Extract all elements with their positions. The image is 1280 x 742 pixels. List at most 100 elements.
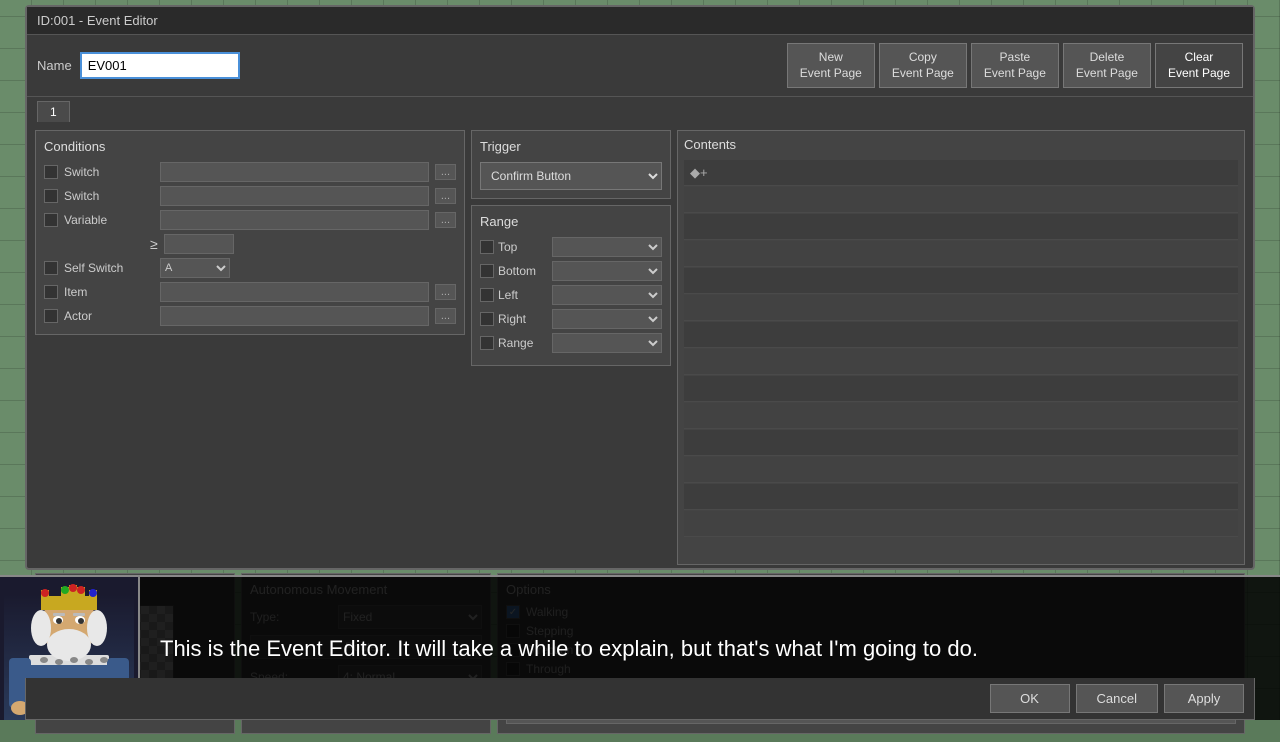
condition-actor: Actor ... [44,306,456,326]
conditions-title: Conditions [44,139,456,154]
range-top-select[interactable] [552,237,662,257]
variable-btn[interactable]: ... [435,212,456,228]
range-top-checkbox[interactable] [480,240,494,254]
condition-switch1: Switch ... [44,162,456,182]
content-row-8 [684,349,1238,375]
range-range-row: Range [480,333,662,353]
item-btn[interactable]: ... [435,284,456,300]
gte-row: ≥ [44,234,456,254]
switch1-label: Switch [64,165,154,179]
contents-title: Contents [684,137,1238,152]
range-right-row: Right [480,309,662,329]
editor-window: ID:001 - Event Editor Name NewEvent Page… [25,5,1255,570]
content-row-10 [684,403,1238,429]
main-content: Conditions Switch ... Switch ... [27,122,1253,573]
content-first-row[interactable]: ◆+ [684,160,1238,186]
range-left-select[interactable] [552,285,662,305]
item-label: Item [64,285,154,299]
content-row-6 [684,295,1238,321]
condition-item: Item ... [44,282,456,302]
range-range-select[interactable] [552,333,662,353]
name-input[interactable] [80,52,240,79]
content-row-3 [684,214,1238,240]
ok-button[interactable]: OK [990,684,1070,713]
left-panel: Conditions Switch ... Switch ... [35,130,465,565]
toolbar-buttons: NewEvent Page CopyEvent Page PasteEvent … [787,43,1243,88]
variable-input[interactable] [160,210,429,230]
title-bar: ID:001 - Event Editor [27,7,1253,35]
conditions-panel: Conditions Switch ... Switch ... [35,130,465,335]
gte-input[interactable] [164,234,234,254]
content-row-13 [684,484,1238,510]
range-range-checkbox[interactable] [480,336,494,350]
switch1-btn[interactable]: ... [435,164,456,180]
selfswitch-select[interactable]: A B C D [160,258,230,278]
range-left-row: Left [480,285,662,305]
switch2-checkbox[interactable] [44,189,58,203]
diamond-plus-icon: ◆+ [690,165,708,181]
range-bottom-label: Bottom [498,264,548,278]
content-row-12 [684,457,1238,483]
content-row-4 [684,241,1238,267]
range-left-checkbox[interactable] [480,288,494,302]
actor-input[interactable] [160,306,429,326]
gte-symbol: ≥ [150,236,158,252]
cancel-button[interactable]: Cancel [1076,684,1158,713]
condition-switch2: Switch ... [44,186,456,206]
content-row-11 [684,430,1238,456]
range-bottom-checkbox[interactable] [480,264,494,278]
range-panel: Range Top Bottom Left [471,205,671,366]
tab-1[interactable]: 1 [37,101,70,122]
range-right-checkbox[interactable] [480,312,494,326]
content-row-9 [684,376,1238,402]
item-input[interactable] [160,282,429,302]
tabs-bar: 1 [27,97,1253,122]
middle-panel: Trigger Confirm Button Player Touch Even… [471,130,671,565]
item-checkbox[interactable] [44,285,58,299]
paste-event-page-button[interactable]: PasteEvent Page [971,43,1059,88]
condition-variable: Variable ... [44,210,456,230]
switch1-input[interactable] [160,162,429,182]
actor-checkbox[interactable] [44,309,58,323]
selfswitch-label: Self Switch [64,261,154,275]
switch2-input[interactable] [160,186,429,206]
clear-event-page-button[interactable]: ClearEvent Page [1155,43,1243,88]
range-bottom-row: Bottom [480,261,662,281]
copy-event-page-button[interactable]: CopyEvent Page [879,43,967,88]
range-right-label: Right [498,312,548,326]
contents-panel: Contents ◆+ [677,130,1245,565]
contents-grid: ◆+ [684,160,1238,537]
name-label: Name [37,58,72,73]
trigger-select[interactable]: Confirm Button Player Touch Event Touch … [480,162,662,190]
new-event-page-button[interactable]: NewEvent Page [787,43,875,88]
action-bar: OK Cancel Apply [25,678,1255,720]
variable-checkbox[interactable] [44,213,58,227]
switch2-btn[interactable]: ... [435,188,456,204]
actor-btn[interactable]: ... [435,308,456,324]
range-top-row: Top [480,237,662,257]
range-right-select[interactable] [552,309,662,329]
actor-label: Actor [64,309,154,323]
variable-label: Variable [64,213,154,227]
range-left-label: Left [498,288,548,302]
content-row-7 [684,322,1238,348]
range-range-label: Range [498,336,548,350]
trigger-title: Trigger [480,139,662,154]
content-row-5 [684,268,1238,294]
range-title: Range [480,214,662,229]
apply-button[interactable]: Apply [1164,684,1244,713]
range-top-label: Top [498,240,548,254]
toolbar: Name NewEvent Page CopyEvent Page PasteE… [27,35,1253,97]
window-title: ID:001 - Event Editor [37,13,158,28]
delete-event-page-button[interactable]: DeleteEvent Page [1063,43,1151,88]
content-row-2 [684,187,1238,213]
switch1-checkbox[interactable] [44,165,58,179]
trigger-panel: Trigger Confirm Button Player Touch Even… [471,130,671,199]
range-bottom-select[interactable] [552,261,662,281]
conditions-grid: Switch ... Switch ... Variable [44,162,456,326]
dialog-message: This is the Event Editor. It will take a… [160,632,978,665]
content-row-14 [684,511,1238,537]
condition-selfswitch: Self Switch A B C D [44,258,456,278]
selfswitch-checkbox[interactable] [44,261,58,275]
name-section: Name [37,52,781,79]
